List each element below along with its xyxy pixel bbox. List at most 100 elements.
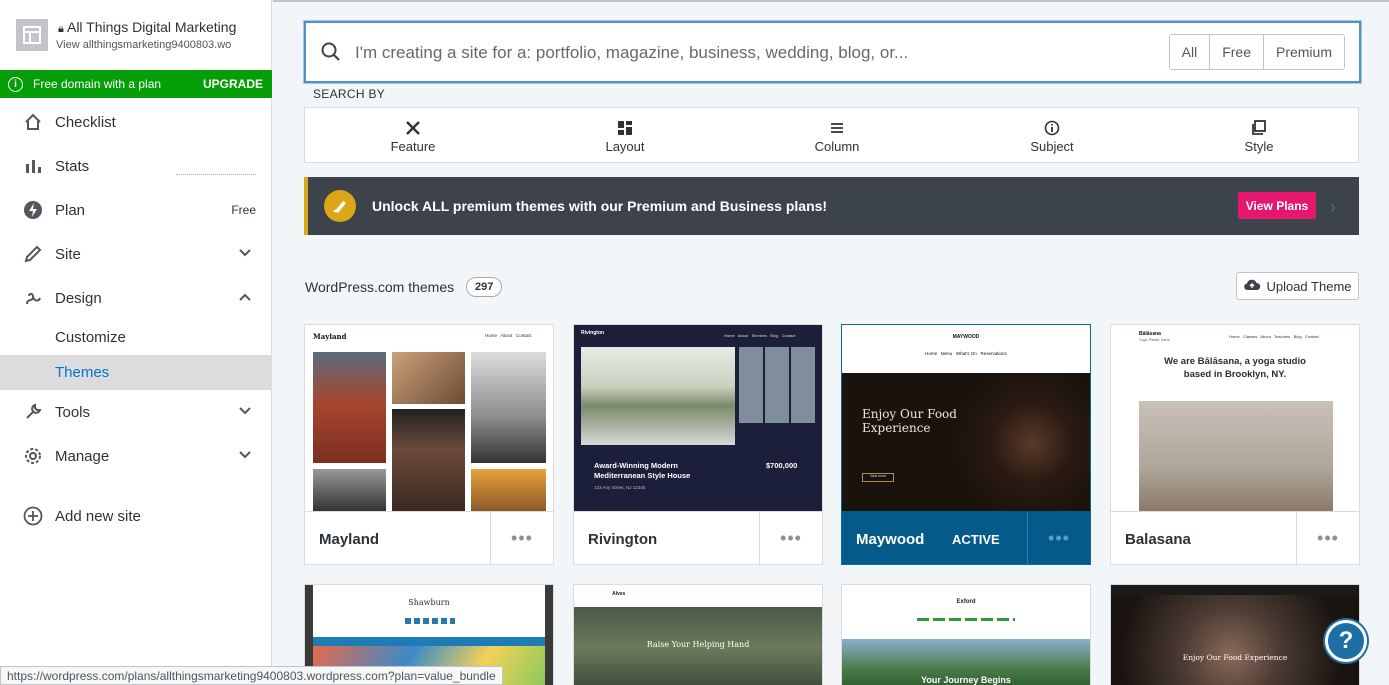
view-plans-button[interactable]: View Plans xyxy=(1238,192,1316,219)
lock-icon: 🔒︎ xyxy=(58,23,64,35)
column-icon xyxy=(827,120,847,136)
more-options-icon[interactable]: ••• xyxy=(1027,512,1090,564)
filter-layout[interactable]: Layout xyxy=(555,108,695,164)
themes-count-badge: 297 xyxy=(466,277,503,297)
plan-badge: Free xyxy=(231,203,256,217)
upgrade-nudge[interactable]: i Free domain with a plan UPGRADE xyxy=(0,70,272,98)
preview-photo xyxy=(1139,401,1333,511)
gear-icon xyxy=(22,445,44,467)
cloud-upload-icon xyxy=(1243,278,1261,295)
site-url[interactable]: View allthingsmarketing9400803.wo xyxy=(56,39,246,51)
site-icon xyxy=(16,19,48,51)
more-options-icon[interactable]: ••• xyxy=(1296,512,1359,564)
chevron-down-icon xyxy=(238,404,252,422)
pencil-icon xyxy=(22,243,44,265)
theme-card-balasana[interactable]: Bālāsana Yoga, Pilates, Barre Home Class… xyxy=(1110,324,1360,565)
premium-upsell-banner[interactable]: Unlock ALL premium themes with our Premi… xyxy=(304,177,1359,235)
more-options-icon[interactable]: ••• xyxy=(759,512,822,564)
theme-name[interactable]: Mayland xyxy=(319,531,379,548)
sidebar-item-site[interactable]: Site xyxy=(0,232,272,276)
home-icon xyxy=(22,111,44,133)
theme-card-mayland[interactable]: Mayland Home About Contact Mayland ••• xyxy=(304,324,554,565)
theme-card-footer: Mayland ••• xyxy=(305,511,553,564)
layout-icon xyxy=(615,120,635,136)
theme-card-maywood[interactable]: MAYWOOD Home Menu What's On Reservations… xyxy=(841,324,1091,565)
theme-screenshot[interactable]: Alves Raise Your Helping Hand xyxy=(574,585,822,685)
sidebar-item-plan[interactable]: Plan Free xyxy=(0,188,272,232)
chevron-down-icon xyxy=(238,448,252,466)
upload-theme-button[interactable]: Upload Theme xyxy=(1236,272,1359,300)
chevron-down-icon xyxy=(238,246,252,264)
filter-feature[interactable]: Feature xyxy=(343,108,483,164)
theme-name[interactable]: Rivington xyxy=(588,531,657,548)
upgrade-link[interactable]: UPGRADE xyxy=(203,77,263,91)
theme-screenshot[interactable]: Enjoy Our Food Experience xyxy=(1111,585,1359,685)
main-content: I'm creating a site for a: portfolio, ma… xyxy=(273,0,1389,685)
stats-icon xyxy=(22,155,44,177)
sidebar-item-stats[interactable]: Stats xyxy=(0,144,272,188)
theme-screenshot[interactable]: Exford Your Journey Begins xyxy=(842,585,1090,685)
preview-photo xyxy=(392,409,465,511)
site-header[interactable]: 🔒︎ All Things Digital Marketing View all… xyxy=(0,0,272,70)
design-icon xyxy=(22,287,44,309)
info-icon xyxy=(1042,120,1062,136)
filter-free-button[interactable]: Free xyxy=(1209,35,1263,69)
sidebar-item-add-new-site[interactable]: Add new site xyxy=(0,494,272,538)
search-by-label: SEARCH BY xyxy=(313,87,386,101)
theme-screenshot[interactable]: MAYWOOD Home Menu What's On Reservations… xyxy=(842,325,1090,511)
filter-column[interactable]: Column xyxy=(767,108,907,164)
theme-name[interactable]: Maywood xyxy=(856,531,924,548)
theme-card-footer: Balasana ••• xyxy=(1111,511,1359,564)
chevron-right-icon[interactable]: › xyxy=(1330,197,1336,218)
preview-gallery xyxy=(739,347,817,423)
add-circle-icon xyxy=(22,505,44,527)
theme-card-footer: Rivington ••• xyxy=(574,511,822,564)
tools-icon xyxy=(403,120,423,136)
search-by-filters: Feature Layout Column Subject Style xyxy=(304,107,1359,163)
sidebar-item-manage[interactable]: Manage xyxy=(0,434,272,478)
search-icon xyxy=(320,41,342,68)
preview-photo xyxy=(313,352,386,463)
search-input[interactable]: I'm creating a site for a: portfolio, ma… xyxy=(355,43,908,63)
filter-subject[interactable]: Subject xyxy=(982,108,1122,164)
theme-card-alves[interactable]: Alves Raise Your Helping Hand xyxy=(573,584,823,685)
info-icon: i xyxy=(8,76,23,92)
theme-card-rivington[interactable]: Rivington Home About Services Blog Conta… xyxy=(573,324,823,565)
sidebar-subitem-customize[interactable]: Customize xyxy=(0,320,272,355)
chevron-up-icon xyxy=(238,290,252,308)
preview-photo xyxy=(392,352,465,404)
brush-icon xyxy=(324,190,356,222)
theme-card-exford[interactable]: Exford Your Journey Begins xyxy=(841,584,1091,685)
sidebar-item-design[interactable]: Design xyxy=(0,276,272,320)
theme-card-footer: Maywood ACTIVE ••• xyxy=(842,511,1090,564)
preview-photo xyxy=(842,373,1090,511)
preview-photo xyxy=(581,347,735,445)
help-icon: ? xyxy=(1338,627,1354,654)
stats-sparkline xyxy=(176,174,256,175)
theme-screenshot[interactable]: Rivington Home About Services Blog Conta… xyxy=(574,325,822,511)
preview-photo xyxy=(471,469,546,511)
sidebar-item-checklist[interactable]: Checklist xyxy=(0,100,272,144)
theme-screenshot[interactable]: Mayland Home About Contact xyxy=(305,325,553,511)
sidebar-subitem-themes[interactable]: Themes xyxy=(0,355,272,390)
themes-section-title: WordPress.com themes xyxy=(305,279,455,295)
sidebar: 🔒︎ All Things Digital Marketing View all… xyxy=(0,0,272,685)
filter-all-button[interactable]: All xyxy=(1169,35,1210,69)
preview-photo xyxy=(313,469,386,511)
active-badge: ACTIVE xyxy=(952,532,1000,547)
style-icon xyxy=(1249,120,1269,136)
help-button[interactable]: ? xyxy=(1325,620,1367,662)
theme-card-restaurant[interactable]: Enjoy Our Food Experience xyxy=(1110,584,1360,685)
filter-premium-button[interactable]: Premium xyxy=(1262,35,1344,69)
theme-screenshot[interactable]: Bālāsana Yoga, Pilates, Barre Home Class… xyxy=(1111,325,1359,511)
preview-photo xyxy=(471,352,546,463)
upgrade-text: Free domain with a plan xyxy=(33,77,162,91)
theme-name[interactable]: Balasana xyxy=(1125,531,1191,548)
sidebar-item-tools[interactable]: Tools xyxy=(0,390,272,434)
filter-style[interactable]: Style xyxy=(1189,108,1329,164)
site-title: 🔒︎ All Things Digital Marketing xyxy=(58,19,237,35)
tier-filter: All Free Premium xyxy=(1168,34,1345,70)
top-divider xyxy=(273,0,1389,2)
theme-search-box[interactable]: I'm creating a site for a: portfolio, ma… xyxy=(304,21,1361,83)
more-options-icon[interactable]: ••• xyxy=(490,512,553,564)
